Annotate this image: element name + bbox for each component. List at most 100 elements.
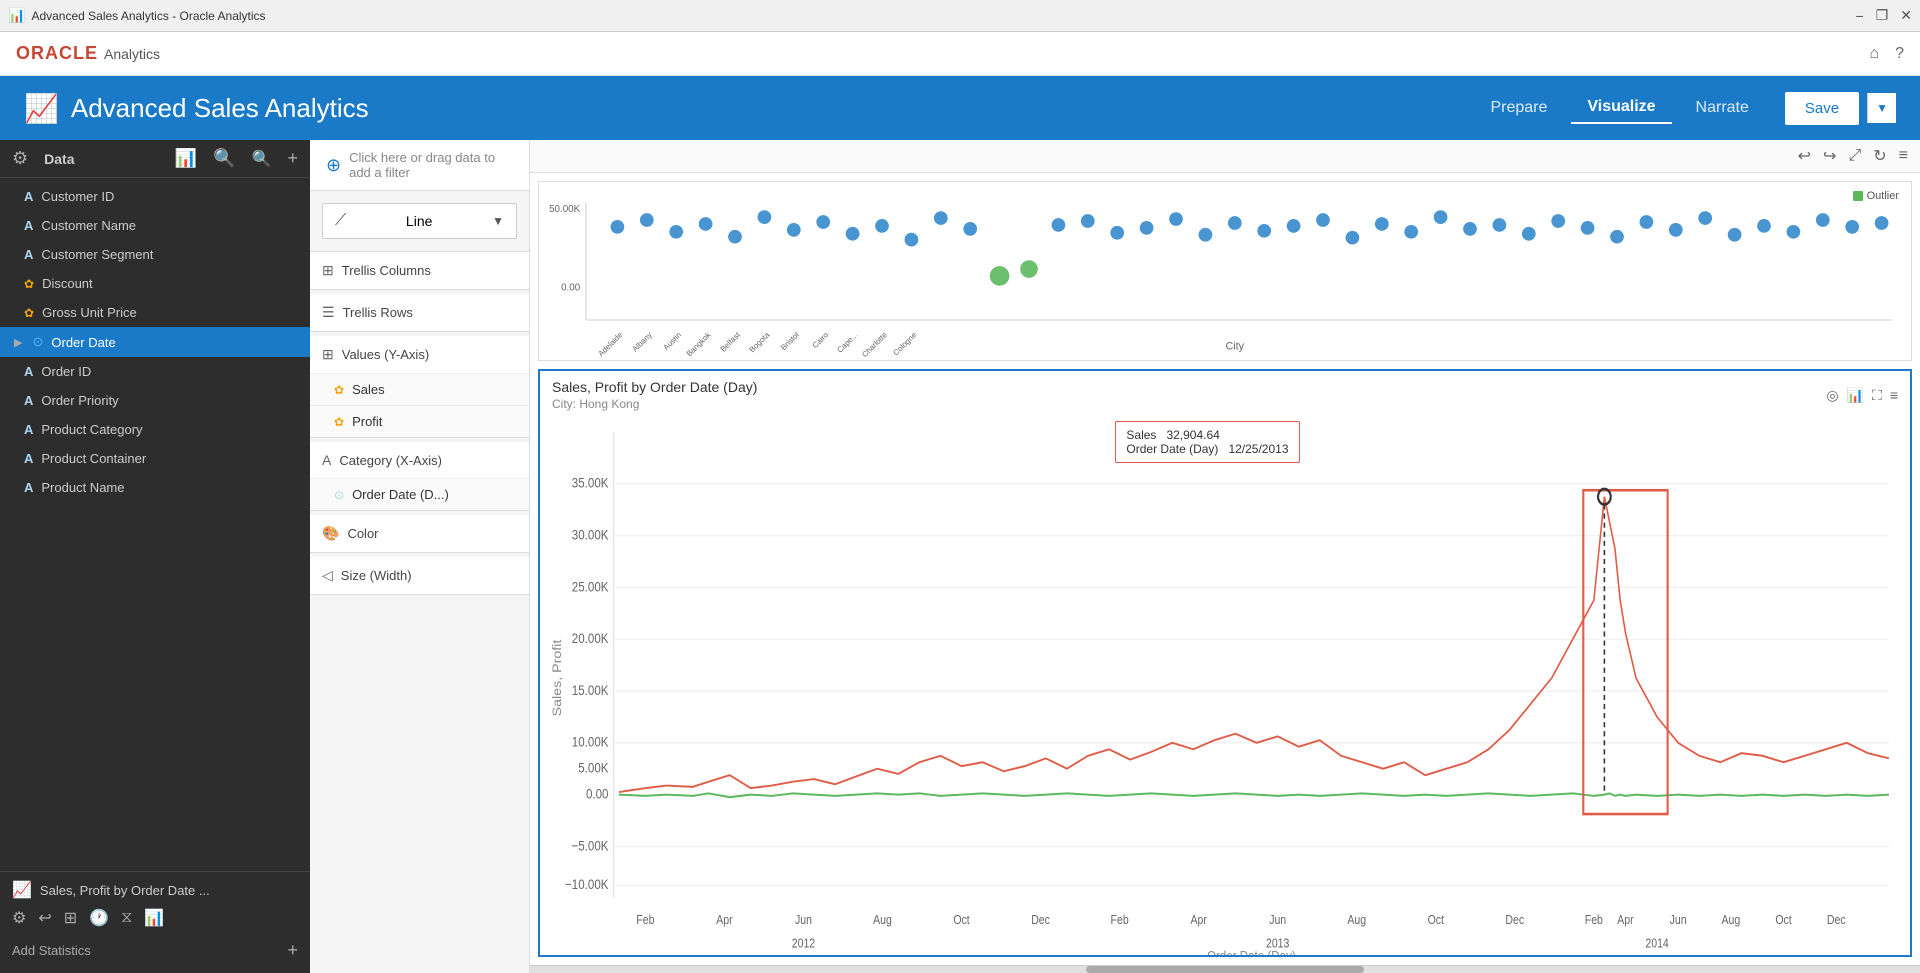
viz-funnel-icon[interactable]: ⧖ bbox=[121, 909, 132, 927]
values-y-header[interactable]: ⊞ Values (Y-Axis) bbox=[310, 336, 529, 373]
target-icon[interactable]: ◎ bbox=[1826, 387, 1838, 404]
filter-plus-icon: ⊕ bbox=[326, 155, 341, 176]
add-data-icon[interactable]: + bbox=[287, 148, 298, 169]
data-field-order-id[interactable]: A Order ID bbox=[0, 357, 310, 386]
viz-settings-icon[interactable]: ⚙ bbox=[12, 908, 26, 928]
svg-text:25.00K: 25.00K bbox=[572, 578, 609, 594]
trellis-rows-header[interactable]: ☰ Trellis Rows bbox=[310, 294, 529, 331]
add-statistics-plus-icon[interactable]: + bbox=[287, 940, 298, 961]
visualize-nav-button[interactable]: Visualize bbox=[1571, 92, 1671, 124]
add-statistics: Add Statistics + bbox=[12, 936, 298, 965]
trellis-columns-header[interactable]: ⊞ Trellis Columns bbox=[310, 252, 529, 289]
size-header[interactable]: ◁ Size (Width) bbox=[310, 557, 529, 594]
home-icon[interactable]: ⌂ bbox=[1869, 45, 1879, 63]
field-label: Customer Name bbox=[41, 218, 136, 233]
data-tab-icon[interactable]: ⚙ bbox=[12, 148, 28, 169]
values-field-sales[interactable]: ✿ Sales bbox=[310, 373, 529, 405]
category-x-header[interactable]: A Category (X-Axis) bbox=[310, 442, 529, 478]
data-field-order-priority[interactable]: A Order Priority bbox=[0, 386, 310, 415]
category-field-order-date[interactable]: ⊙ Order Date (D...) bbox=[310, 478, 529, 510]
svg-text:Adelaide: Adelaide bbox=[596, 330, 624, 358]
category-x-label: Category (X-Axis) bbox=[339, 453, 517, 468]
color-header[interactable]: 🎨 Color bbox=[310, 515, 529, 552]
close-button[interactable]: ✕ bbox=[1900, 7, 1912, 24]
field-type-icon-gear: ✿ bbox=[24, 277, 34, 291]
filter-bar[interactable]: ⊕ Click here or drag data to add a filte… bbox=[310, 140, 529, 191]
size-section: ◁ Size (Width) bbox=[310, 557, 529, 595]
top-chart: Outlier 50.00K 0.00 City bbox=[538, 181, 1912, 361]
viz-section: 📈 Sales, Profit by Order Date ... ⚙ ↩ ⊞ … bbox=[0, 871, 310, 973]
refresh-icon[interactable]: ↻ bbox=[1873, 146, 1886, 166]
bar-chart-icon[interactable]: 📊 bbox=[1847, 387, 1864, 404]
svg-text:Jun: Jun bbox=[795, 912, 812, 927]
minimize-button[interactable]: − bbox=[1856, 7, 1864, 24]
data-field-customer-segment[interactable]: A Customer Segment bbox=[0, 240, 310, 269]
svg-text:Feb: Feb bbox=[1585, 912, 1604, 927]
size-label: Size (Width) bbox=[341, 568, 517, 583]
narrate-nav-button[interactable]: Narrate bbox=[1680, 93, 1765, 123]
expand-icon[interactable]: ⛶ bbox=[1872, 387, 1882, 404]
svg-text:Bristol: Bristol bbox=[779, 330, 801, 352]
bottom-chart-city: City: Hong Kong bbox=[552, 397, 757, 411]
field-label: Order Priority bbox=[41, 393, 118, 408]
help-icon[interactable]: ? bbox=[1895, 45, 1904, 63]
data-field-order-date[interactable]: ▶ ⊙ Order Date bbox=[0, 327, 310, 357]
data-field-product-container[interactable]: A Product Container bbox=[0, 444, 310, 473]
field-type-icon-a: A bbox=[24, 189, 33, 204]
values-field-profit[interactable]: ✿ Profit bbox=[310, 405, 529, 437]
data-field-customer-name[interactable]: A Customer Name bbox=[0, 211, 310, 240]
search-icon[interactable]: 🔍 bbox=[252, 149, 272, 169]
menu-icon[interactable]: ≡ bbox=[1899, 147, 1908, 165]
save-button[interactable]: Save bbox=[1785, 92, 1859, 125]
redo-icon[interactable]: ↪ bbox=[1823, 146, 1836, 166]
svg-text:Oct: Oct bbox=[953, 912, 970, 927]
svg-text:5.00K: 5.00K bbox=[578, 759, 609, 775]
viz-tab-icon[interactable]: 📊 bbox=[175, 148, 197, 169]
data-field-gross-unit-price[interactable]: ✿ Gross Unit Price bbox=[0, 298, 310, 327]
analytics-tab-icon[interactable]: 🔍 bbox=[213, 148, 235, 169]
field-label: Product Container bbox=[41, 451, 146, 466]
charts-area: ↩ ↪ ⤢ ↻ ≡ Outlier 50.00K 0.00 bbox=[530, 140, 1920, 973]
viz-toolbar: ⚙ ↩ ⊞ 🕐 ⧖ 📊 bbox=[12, 900, 298, 936]
svg-text:Dec: Dec bbox=[1505, 912, 1524, 927]
viz-filter-icon[interactable]: ↩ bbox=[38, 908, 51, 928]
field-type-icon-a: A bbox=[24, 480, 33, 495]
scrollbar-thumb[interactable] bbox=[1086, 966, 1364, 973]
field-type-icon-a: A bbox=[24, 393, 33, 408]
viz-grid-icon[interactable]: ⊞ bbox=[64, 908, 77, 928]
undo-icon[interactable]: ↩ bbox=[1798, 146, 1811, 166]
line-chart-svg: 35.00K 30.00K 25.00K 20.00K 15.00K 10.00… bbox=[540, 419, 1910, 957]
size-icon: ◁ bbox=[322, 567, 333, 584]
share-icon[interactable]: ⤢ bbox=[1848, 147, 1861, 165]
menu-icon[interactable]: ≡ bbox=[1890, 387, 1898, 403]
field-type-icon-a: A bbox=[24, 218, 33, 233]
color-icon: 🎨 bbox=[322, 525, 339, 542]
viz-bar-icon[interactable]: 📊 bbox=[144, 908, 164, 928]
chart-type-selector: ⟋ Line ▼ bbox=[310, 191, 529, 252]
field-label: Customer Segment bbox=[41, 247, 153, 262]
chart-type-dropdown[interactable]: ⟋ Line ▼ bbox=[322, 203, 517, 239]
prepare-nav-button[interactable]: Prepare bbox=[1474, 93, 1563, 123]
svg-text:Cairo: Cairo bbox=[811, 330, 831, 350]
data-field-customer-id[interactable]: A Customer ID bbox=[0, 182, 310, 211]
maximize-button[interactable]: ❐ bbox=[1876, 7, 1889, 24]
trellis-columns-icon: ⊞ bbox=[322, 262, 334, 279]
oracle-logo: ORACLE Analytics bbox=[16, 43, 160, 64]
viz-title[interactable]: 📈 Sales, Profit by Order Date ... bbox=[12, 880, 298, 900]
save-dropdown-button[interactable]: ▼ bbox=[1867, 93, 1896, 123]
color-label: Color bbox=[347, 526, 517, 541]
data-field-discount[interactable]: ✿ Discount bbox=[0, 269, 310, 298]
data-field-product-name[interactable]: A Product Name bbox=[0, 473, 310, 502]
sales-field-icon: ✿ bbox=[334, 383, 344, 397]
chart-svg-container: 35.00K 30.00K 25.00K 20.00K 15.00K 10.00… bbox=[540, 419, 1910, 957]
trellis-rows-section: ☰ Trellis Rows bbox=[310, 294, 529, 332]
color-section: 🎨 Color bbox=[310, 515, 529, 553]
viz-clock-icon[interactable]: 🕐 bbox=[89, 908, 109, 928]
svg-text:Order Date (Day): Order Date (Day) bbox=[1207, 947, 1296, 957]
field-label: Product Name bbox=[41, 480, 124, 495]
svg-text:Bangkok: Bangkok bbox=[685, 330, 713, 358]
horizontal-scrollbar[interactable] bbox=[530, 965, 1920, 973]
data-field-product-category[interactable]: A Product Category bbox=[0, 415, 310, 444]
values-y-icon: ⊞ bbox=[322, 346, 334, 363]
svg-text:Cape...: Cape... bbox=[835, 330, 859, 354]
